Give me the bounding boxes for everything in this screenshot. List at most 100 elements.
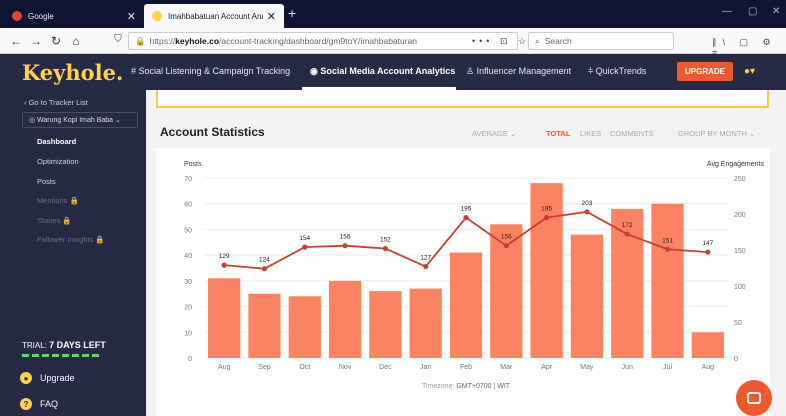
sidebar-item-optimization[interactable]: Optimization — [37, 157, 79, 166]
line-point — [584, 209, 590, 215]
y-left-tick-label: 20 — [184, 305, 192, 312]
nav-account-analytics[interactable]: ◉ Social Media Account Analytics — [310, 66, 455, 77]
x-tick-label: May — [580, 364, 594, 371]
trial-prefix: TRIAL: — [22, 341, 50, 350]
sidebar-item-posts[interactable]: Posts — [37, 177, 56, 186]
url-prefix: https:// — [149, 36, 176, 46]
line-point — [664, 246, 671, 252]
sidebar-item-stories[interactable]: Stories 🔒 — [37, 216, 72, 225]
sidebar-upgrade-button[interactable]: ● Upgrade — [20, 372, 75, 384]
tab-likes[interactable]: LIKES — [580, 129, 601, 138]
average-dropdown[interactable]: AVERAGE ⌄ — [472, 129, 516, 138]
account-statistics-chart: 0 10 20 30 40 50 60 70 0 50 100 150 200 250 Posts Avg E… — [156, 148, 770, 416]
main-content: Account Statistics AVERAGE ⌄ TOTAL LIKES… — [146, 90, 786, 416]
y-left-tick-label: 0 — [188, 356, 192, 363]
browser-tab-strip: Google ✕ Imahbabatuan Account Analyti...… — [0, 0, 786, 28]
window-close-icon[interactable]: ✕ — [772, 6, 780, 17]
line-point — [503, 243, 509, 249]
chart-svg: 0 10 20 30 40 50 60 70 0 50 100 150 200 250 Posts Avg E… — [184, 161, 765, 390]
line-point — [342, 243, 348, 249]
y-right-axis-label: Avg Engagements — [707, 161, 765, 168]
forward-arrow-icon[interactable]: → — [26, 34, 46, 48]
tab-total[interactable]: TOTAL — [546, 129, 570, 138]
chart-bar — [651, 203, 684, 358]
google-favicon-icon — [12, 11, 22, 21]
page-actions-icon[interactable]: ••• ⊡ ☆ — [472, 36, 530, 47]
new-tab-button[interactable]: + — [288, 5, 296, 21]
line-data-label: 147 — [702, 240, 713, 247]
search-input[interactable]: ⌕ Search — [528, 32, 674, 50]
tab-title: Google — [28, 11, 54, 21]
search-icon: ⌕ — [535, 35, 540, 46]
nav-influencer-management[interactable]: ♙ Influencer Management — [466, 66, 571, 77]
y-right-tick-label: 200 — [734, 212, 746, 219]
chart-bar — [369, 291, 402, 358]
y-left-tick-label: 70 — [184, 176, 192, 183]
chart-bar — [449, 252, 483, 358]
line-point — [423, 263, 429, 270]
sidebar: ‹ Go to Tracker List ◎ Warung Kopi Imah … — [0, 90, 146, 416]
line-point — [382, 245, 388, 252]
sidebar-item-follower-insights[interactable]: Follower Insights 🔒 — [37, 235, 105, 244]
project-selector[interactable]: ◎ Warung Kopi Imah Baba ⌄ — [22, 112, 138, 128]
x-tick-label: Mar — [500, 364, 513, 371]
line-data-label: 124 — [259, 257, 270, 264]
account-statistics-title: Account Statistics — [160, 125, 265, 139]
keyhole-logo[interactable]: Keyhole. — [22, 60, 123, 85]
y-left-tick-label: 60 — [184, 202, 192, 209]
shield-icon[interactable]: ⛉ — [108, 34, 128, 45]
back-arrow-icon[interactable]: ← — [6, 34, 26, 48]
reload-icon[interactable]: ↻ — [46, 34, 66, 48]
tab-title: Imahbabatuan Account Analyti... — [168, 11, 263, 21]
chart-bar — [691, 332, 724, 358]
lock-icon: 🔒 — [135, 35, 146, 46]
y-right-tick-label: 100 — [734, 284, 746, 291]
close-tab-icon[interactable]: ✕ — [267, 10, 276, 23]
x-tick-label: Nov — [339, 364, 352, 371]
lock-icon: ● — [20, 372, 32, 384]
home-icon[interactable]: ⌂ — [66, 34, 86, 48]
x-tick-label: Apr — [541, 364, 553, 371]
line-data-label: 172 — [622, 222, 633, 229]
y-right-tick-label: 250 — [734, 176, 746, 183]
app-header: Keyhole. # Social Listening & Campaign T… — [0, 54, 786, 90]
upgrade-button[interactable]: UPGRADE — [677, 62, 733, 81]
minimize-icon[interactable]: — — [722, 6, 732, 17]
faq-button[interactable]: ? FAQ — [20, 398, 58, 410]
back-to-tracker-list-link[interactable]: ‹ Go to Tracker List — [24, 98, 88, 107]
tab-google[interactable]: Google ✕ — [4, 4, 144, 28]
trial-days: 7 DAYS LEFT — [49, 340, 106, 350]
chart-bar — [288, 296, 321, 358]
line-point — [705, 249, 711, 255]
tab-keyhole[interactable]: Imahbabatuan Account Analyti... ✕ — [144, 4, 284, 28]
address-bar[interactable]: 🔒 https://keyhole.co/account-tracking/da… — [128, 32, 518, 50]
app-window: Google ✕ Imahbabatuan Account Analyti...… — [0, 0, 786, 416]
previous-card — [156, 90, 769, 108]
line-point — [302, 244, 308, 250]
nav-quicktrends[interactable]: ⫩ QuickTrends — [588, 66, 646, 77]
chart-bar — [208, 278, 241, 358]
sidebar-item-mentions[interactable]: Mentions 🔒 — [37, 196, 79, 205]
y-right-tick-label: 150 — [734, 248, 746, 255]
y-left-tick-label: 40 — [184, 253, 192, 260]
nav-social-listening[interactable]: # Social Listening & Campaign Tracking — [131, 66, 290, 76]
chart-bar — [570, 234, 604, 358]
user-menu-icon[interactable]: ●▾ — [744, 66, 755, 77]
y-left-tick-label: 30 — [184, 279, 192, 286]
x-tick-label: Aug — [702, 364, 715, 371]
chart-bar — [328, 280, 362, 358]
timezone-label: Timezone: GMT+0700 | WIT — [422, 383, 511, 390]
faq-label: FAQ — [40, 399, 59, 409]
close-tab-icon[interactable]: ✕ — [127, 10, 136, 23]
line-point — [624, 231, 630, 237]
line-data-label: 151 — [662, 237, 673, 244]
chart-bar — [611, 208, 644, 358]
sidebar-item-dashboard[interactable]: Dashboard — [37, 137, 76, 146]
tab-comments[interactable]: COMMENTS — [610, 129, 654, 138]
group-by-dropdown[interactable]: GROUP BY MONTH ⌄ — [678, 129, 755, 138]
line-data-label: 195 — [461, 206, 472, 213]
x-tick-label: Sep — [258, 364, 271, 371]
chart-bar — [248, 293, 281, 358]
chat-button[interactable] — [736, 380, 772, 416]
maximize-icon[interactable]: ▢ — [748, 6, 757, 17]
